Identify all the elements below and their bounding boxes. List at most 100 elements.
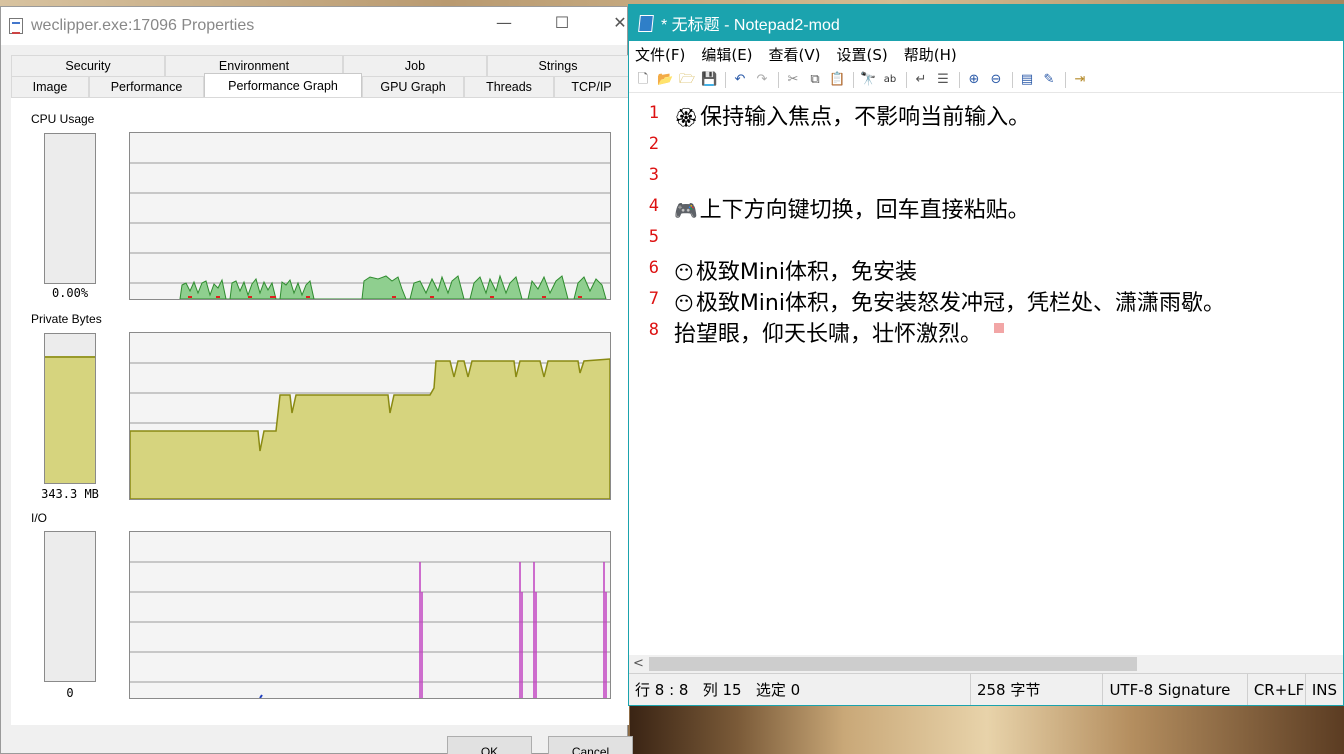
tab-performance-graph[interactable]: Performance Graph	[204, 73, 362, 97]
private-bytes-graph	[129, 332, 611, 500]
tab-job[interactable]: Job	[343, 55, 487, 76]
text-caret	[994, 323, 1005, 333]
menu-file[interactable]: 文件(F)	[635, 44, 685, 65]
toolbar-separator	[1012, 71, 1013, 88]
io-label: I/O	[31, 511, 48, 525]
toolbar-separator	[725, 71, 726, 88]
tab-security[interactable]: Security	[11, 55, 165, 76]
text-line: 😶极致Mini体积，免安装怒发冲冠，凭栏处、潇潇雨歇。	[674, 285, 1225, 317]
line-content: 上下方向键切换，回车直接粘贴。	[699, 198, 1030, 223]
open-file-icon[interactable]: 📂	[657, 72, 673, 88]
line-number: 7	[648, 289, 659, 309]
menu-view[interactable]: 查看(V)	[769, 44, 821, 65]
tab-tcp-ip[interactable]: TCP/IP	[554, 76, 629, 97]
paste-icon[interactable]: 📋	[829, 72, 845, 88]
zoom-in-icon[interactable]: ⊕	[966, 72, 982, 88]
face-emoji: 😶	[674, 293, 694, 315]
line-content: 极致Mini体积，免安装	[695, 260, 917, 285]
line-number: 2	[648, 134, 659, 154]
copy-icon[interactable]: ⧉	[807, 72, 823, 88]
toolbar-separator	[906, 71, 907, 88]
word-wrap-icon[interactable]: ↵	[913, 72, 929, 88]
line-content: 保持输入焦点，不影响当前输入。	[700, 105, 1031, 130]
line-number: 3	[648, 165, 659, 185]
scroll-left-icon[interactable]: <	[633, 655, 644, 673]
flower-emoji: 🏵	[674, 107, 699, 129]
process-properties-window: weclipper.exe:17096 Properties — ☐ ✕ Sec…	[0, 6, 629, 754]
toolbar: 🗋 📂 🗁 💾 ↶ ↷ ✂ ⧉ 📋 🔭 ab ↵ ☰ ⊕ ⊖ ▤ ✎ ⇥	[629, 67, 1343, 93]
menu-help[interactable]: 帮助(H)	[904, 44, 957, 65]
exit-icon[interactable]: ⇥	[1072, 72, 1088, 88]
notepad-title: * 无标题 - Notepad2-mod	[661, 17, 840, 34]
status-mode: INS	[1311, 681, 1337, 699]
line-number: 6	[648, 258, 659, 278]
text-line: 抬望眼，仰天长啸，壮怀激烈。	[674, 316, 1005, 348]
scrollbar-thumb[interactable]	[649, 657, 1137, 671]
line-number: 4	[648, 196, 659, 216]
line-number: 5	[648, 227, 659, 247]
text-line: 🎮上下方向键切换，回车直接粘贴。	[674, 192, 1030, 224]
find-icon[interactable]: 🔭	[860, 72, 876, 88]
private-bytes-value: 343.3 MB	[41, 487, 99, 501]
notepad-title-bar: * 无标题 - Notepad2-mod	[629, 5, 1343, 41]
private-bytes-gauge-fill	[45, 356, 95, 483]
cpu-graph	[129, 132, 611, 300]
new-file-icon[interactable]: 🗋	[635, 72, 651, 88]
toolbar-separator	[1065, 71, 1066, 88]
zoom-out-icon[interactable]: ⊖	[988, 72, 1004, 88]
scheme-icon[interactable]: ▤	[1019, 72, 1035, 88]
private-bytes-gauge	[44, 333, 96, 484]
io-graph	[129, 531, 611, 699]
customize-icon[interactable]: ✎	[1041, 72, 1057, 88]
toolbar-separator	[853, 71, 854, 88]
menu-edit[interactable]: 编辑(E)	[701, 44, 752, 65]
status-bar: 行 8 : 8 列 15 选定 0 258 字节 UTF-8 Signature…	[629, 673, 1343, 705]
line-number: 1	[648, 103, 659, 123]
save-icon[interactable]: 💾	[701, 72, 717, 88]
status-position: 行 8 : 8 列 15 选定 0	[629, 674, 971, 705]
face-emoji: 😶	[674, 262, 694, 284]
title-bar: weclipper.exe:17096 Properties	[1, 7, 627, 45]
toolbar-separator	[959, 71, 960, 88]
redo-icon[interactable]: ↷	[754, 72, 770, 88]
notepad-icon	[638, 14, 654, 32]
cpu-usage-label: CPU Usage	[31, 112, 95, 126]
replace-icon[interactable]: ab	[882, 72, 898, 88]
process-explorer-icon	[9, 18, 23, 34]
line-content: 极致Mini体积，免安装怒发冲冠，凭栏处、潇潇雨歇。	[695, 291, 1225, 316]
text-line: 🏵保持输入焦点，不影响当前输入。	[674, 99, 1030, 131]
private-bytes-label: Private Bytes	[31, 312, 102, 326]
menu-settings[interactable]: 设置(S)	[837, 44, 888, 65]
gamepad-emoji: 🎮	[674, 200, 698, 222]
window-title: weclipper.exe:17096 Properties	[31, 17, 255, 34]
tab-row-2: Image Performance Performance Graph GPU …	[11, 73, 629, 97]
desktop-wallpaper	[630, 704, 1344, 754]
tab-threads[interactable]: Threads	[464, 76, 554, 97]
minimize-button[interactable]: —	[489, 13, 519, 32]
io-gauge	[44, 531, 96, 682]
tab-image[interactable]: Image	[11, 76, 89, 97]
toolbar-separator	[778, 71, 779, 88]
line-number: 8	[648, 320, 659, 340]
notepad-window: * 无标题 - Notepad2-mod 文件(F) 编辑(E) 查看(V) 设…	[628, 4, 1344, 706]
text-editor[interactable]: 1 🏵保持输入焦点，不影响当前输入。 2 3 4 🎮上下方向键切换，回车直接粘贴…	[629, 95, 1343, 655]
io-value: 0	[66, 686, 74, 700]
status-size: 258 字节	[971, 674, 1104, 705]
cancel-button[interactable]: Cancel	[548, 736, 633, 754]
maximize-button[interactable]: ☐	[547, 13, 577, 32]
cpu-gauge	[44, 133, 96, 284]
line-numbers-icon[interactable]: ☰	[935, 72, 951, 88]
tab-performance[interactable]: Performance	[89, 76, 204, 97]
undo-icon[interactable]: ↶	[732, 72, 748, 88]
cut-icon[interactable]: ✂	[785, 72, 801, 88]
browse-icon[interactable]: 🗁	[679, 72, 695, 88]
cpu-value: 0.00%	[51, 286, 89, 300]
horizontal-scrollbar[interactable]: <	[629, 655, 1343, 673]
tab-strings[interactable]: Strings	[487, 55, 629, 76]
ok-button[interactable]: OK	[447, 736, 532, 754]
status-encoding[interactable]: UTF-8 Signature	[1103, 674, 1248, 705]
tab-gpu-graph[interactable]: GPU Graph	[362, 76, 464, 97]
menu-bar: 文件(F) 编辑(E) 查看(V) 设置(S) 帮助(H)	[629, 41, 1343, 67]
text-line: 😶极致Mini体积，免安装	[674, 254, 917, 286]
status-eol[interactable]: CR+LF	[1248, 674, 1306, 705]
